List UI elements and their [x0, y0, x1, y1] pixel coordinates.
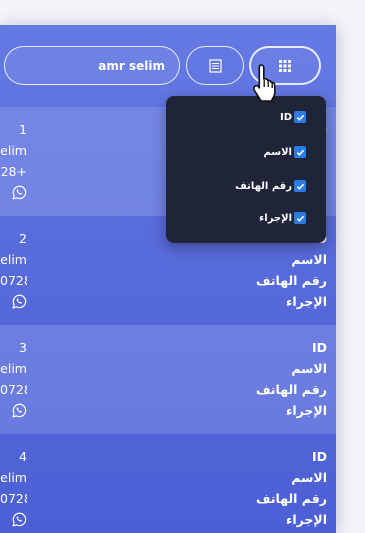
- whatsapp-icon: [12, 185, 27, 200]
- row-phone-label: رقم الهاتف: [255, 273, 327, 288]
- whatsapp-icon: [12, 294, 27, 309]
- checkbox-checked-icon[interactable]: [294, 111, 306, 123]
- row-phone-label: رقم الهاتف: [255, 382, 327, 397]
- row-name-value: elim: [0, 361, 27, 376]
- whatsapp-icon: [12, 512, 27, 527]
- column-visibility-menu: ID الاسم رقم الهاتف الإجراء: [166, 96, 326, 243]
- row-phone-value: 0728: [0, 491, 27, 506]
- row-phone-value: 0728: [0, 273, 27, 288]
- whatsapp-button[interactable]: [0, 185, 27, 203]
- row-name-value: elim: [0, 470, 27, 485]
- whatsapp-button[interactable]: [0, 512, 27, 530]
- row-id-value: 3: [19, 340, 27, 355]
- column-toggle-label: الإجراء: [259, 212, 292, 224]
- hand-cursor-icon: [252, 64, 276, 102]
- row-action-label: الإجراء: [285, 294, 327, 309]
- row-id-value: 4: [19, 449, 27, 464]
- column-toggle-phone[interactable]: رقم الهاتف: [235, 180, 306, 192]
- row-id-label: ID: [311, 449, 327, 464]
- row-phone-value: 28+: [0, 164, 27, 179]
- column-toggle-action[interactable]: الإجراء: [259, 212, 306, 224]
- row-name-value: elim: [0, 252, 27, 267]
- checkbox-checked-icon[interactable]: [294, 146, 306, 158]
- whatsapp-button[interactable]: [0, 403, 27, 421]
- list-item: 3 elim 0728 ID الاسم رقم الهاتف الإجراء: [0, 325, 336, 434]
- column-toggle-label: الاسم: [263, 146, 292, 158]
- search-input[interactable]: [4, 46, 180, 85]
- row-phone-value: 0728: [0, 382, 27, 397]
- row-action-label: الإجراء: [285, 403, 327, 418]
- row-id-label: ID: [311, 340, 327, 355]
- list-icon: [208, 58, 222, 73]
- row-name-label: الاسم: [291, 470, 327, 485]
- row-id-value: 2: [19, 231, 27, 246]
- row-phone-label: رقم الهاتف: [255, 491, 327, 506]
- row-id-value: 1: [19, 122, 27, 137]
- checkbox-checked-icon[interactable]: [294, 212, 306, 224]
- whatsapp-button[interactable]: [0, 294, 27, 312]
- column-toggle-name[interactable]: الاسم: [263, 146, 306, 158]
- whatsapp-icon: [12, 403, 27, 418]
- list-item: 4 elim 0728 ID الاسم رقم الهاتف الإجراء: [0, 434, 336, 533]
- list-view-button[interactable]: [186, 46, 244, 85]
- row-name-label: الاسم: [291, 252, 327, 267]
- row-action-label: الإجراء: [285, 512, 327, 527]
- row-name-label: الاسم: [291, 361, 327, 376]
- row-name-value: elim: [0, 143, 27, 158]
- column-toggle-label: رقم الهاتف: [235, 180, 292, 192]
- checkbox-checked-icon[interactable]: [294, 180, 306, 192]
- column-toggle-id[interactable]: ID: [280, 111, 306, 123]
- column-toggle-label: ID: [279, 111, 292, 123]
